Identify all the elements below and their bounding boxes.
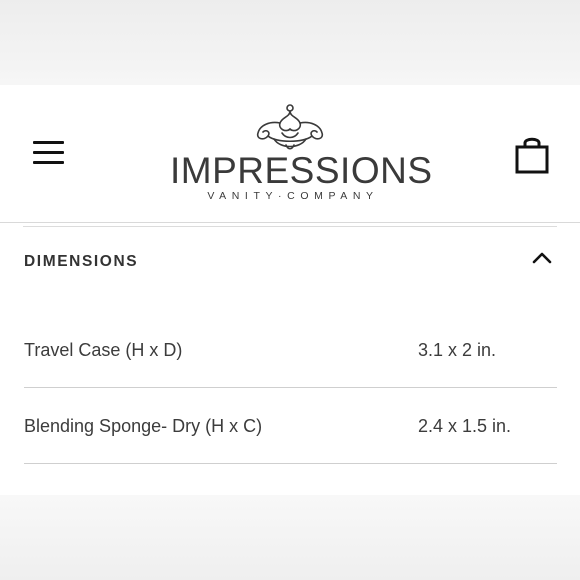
brand-logo[interactable]: IMPRESSIONS VANITY·COMPANY (170, 103, 433, 203)
top-background (0, 0, 580, 85)
dimension-value: 3.1 x 2 in. (418, 340, 497, 360)
logo-wordmark: IMPRESSIONS (170, 150, 433, 191)
dimensions-panel: DIMENSIONS Travel Case (H x D) 3.1 x 2 i… (0, 223, 580, 495)
logo-ornament-icon (256, 104, 324, 150)
dimension-value: 2.4 x 1.5 in. (418, 416, 512, 436)
row-divider (24, 463, 557, 464)
panel-divider (23, 226, 557, 227)
dimension-row: Blending Sponge- Dry (H x C) 2.4 x 1.5 i… (24, 388, 557, 464)
dimension-label: Blending Sponge- Dry (H x C) (24, 416, 263, 436)
section-title[interactable]: DIMENSIONS (24, 253, 138, 271)
site-header: IMPRESSIONS VANITY·COMPANY (0, 85, 580, 223)
bottom-background (0, 495, 580, 580)
chevron-up-icon[interactable] (530, 250, 554, 266)
dimension-row: Travel Case (H x D) 3.1 x 2 in. (24, 312, 557, 388)
hamburger-menu-icon[interactable] (33, 141, 64, 165)
logo-tagline: VANITY·COMPANY (207, 190, 379, 202)
dimension-label: Travel Case (H x D) (24, 340, 183, 360)
shopping-bag-icon[interactable] (513, 135, 551, 175)
